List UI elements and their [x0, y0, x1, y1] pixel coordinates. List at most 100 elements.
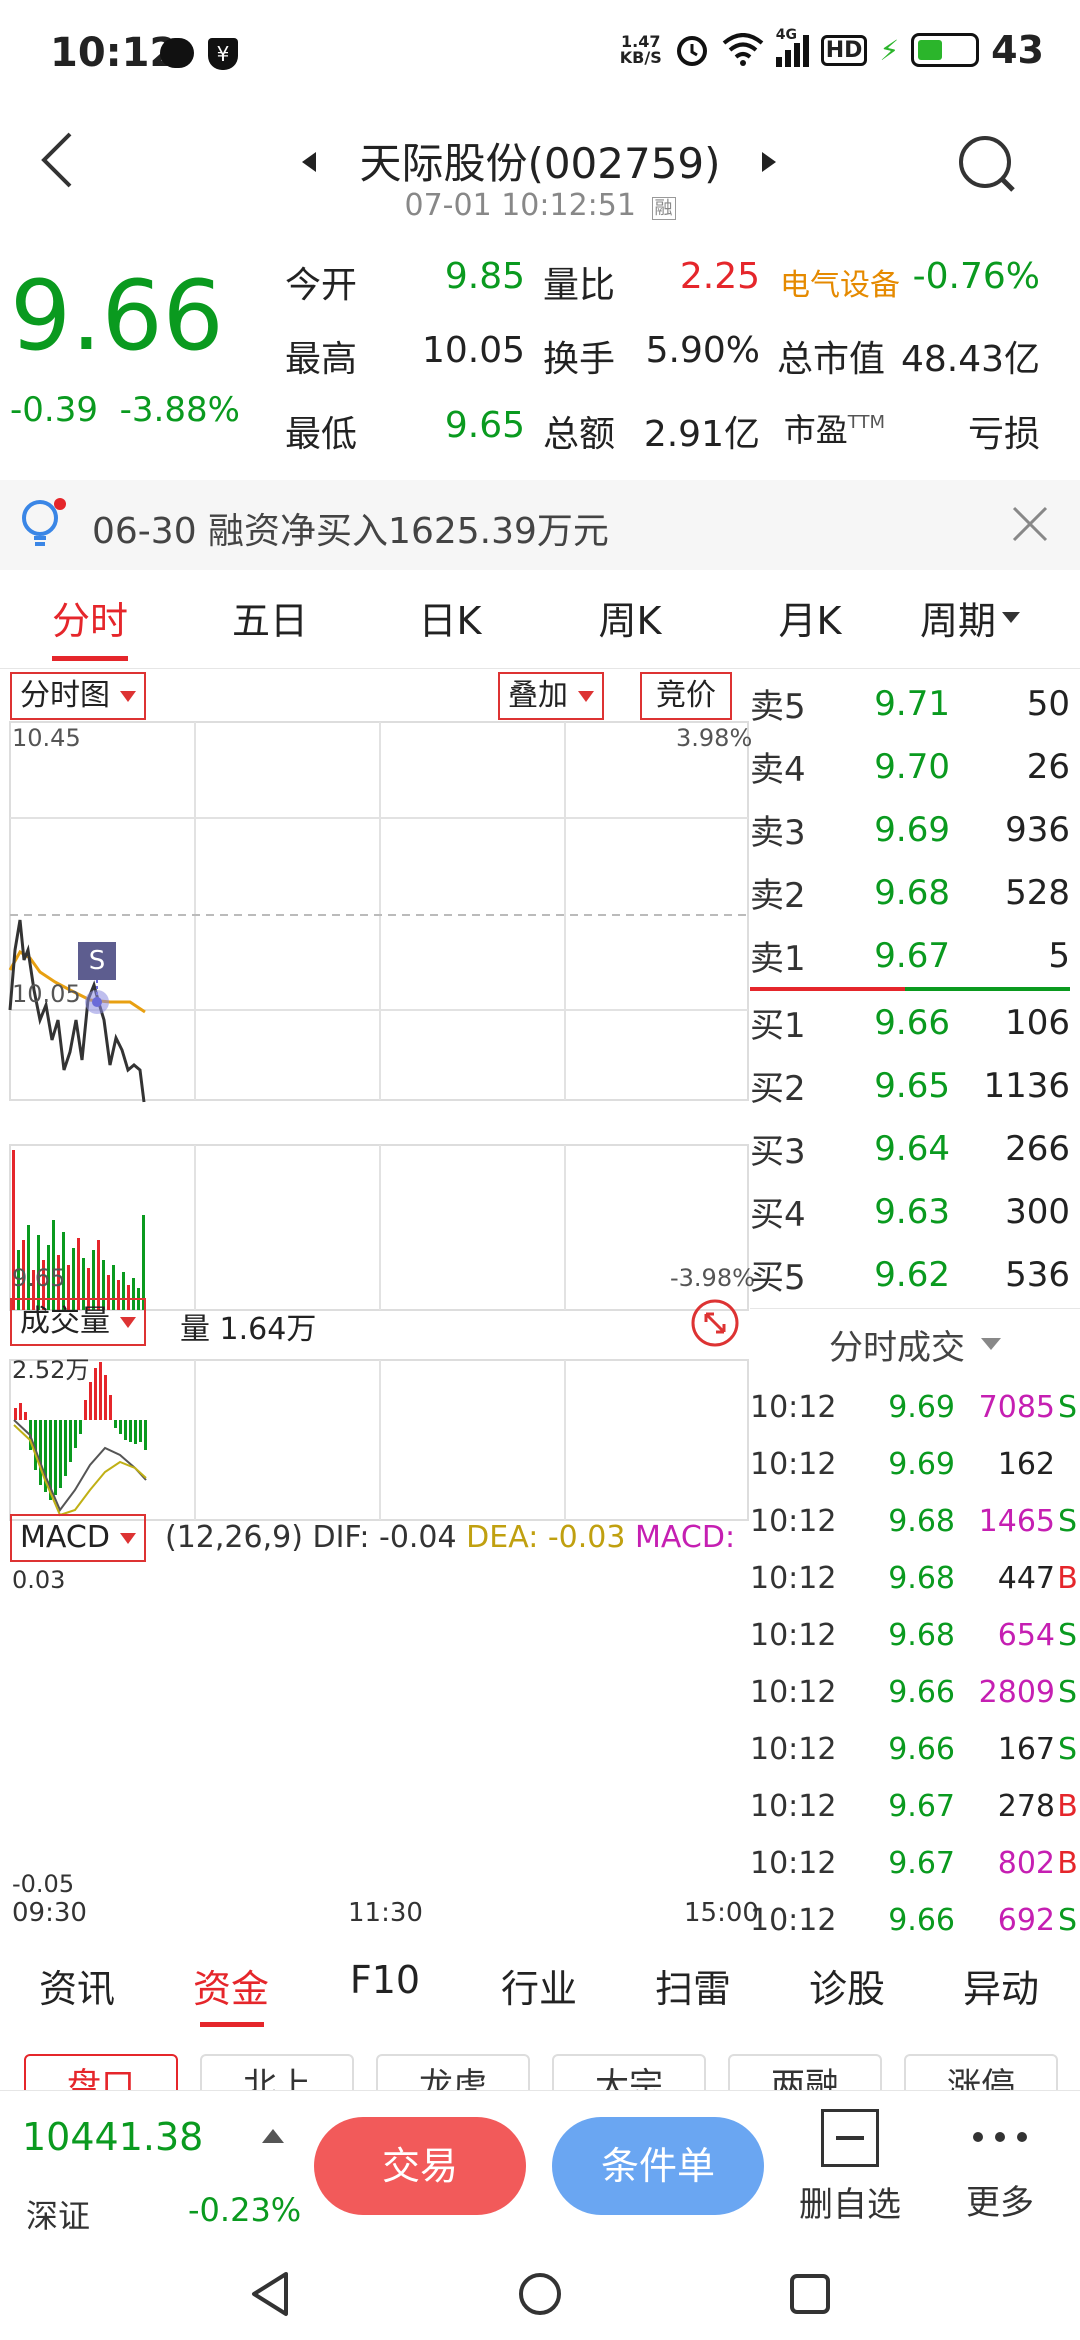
tab-f10[interactable]: F10: [308, 1958, 462, 2002]
chevron-down-icon: [1002, 612, 1021, 623]
index-up-arrow-icon: [262, 2129, 284, 2143]
trade-row: 10:12 9.66 167 S: [750, 1732, 1078, 1767]
trade-button[interactable]: 交易: [314, 2117, 526, 2215]
nav-recents-icon[interactable]: [788, 2272, 832, 2316]
subtab-dragon-tiger[interactable]: 龙虎: [376, 2054, 530, 2090]
tab-industry[interactable]: 行业: [462, 1958, 616, 2013]
alarm-icon: [676, 36, 707, 66]
ask-list: 卖5 9.71 50 卖4 9.70 26 卖3 9.69 936 卖2 9.68 528 卖1…: [750, 668, 1080, 987]
tab-month-k[interactable]: 月K: [735, 590, 885, 645]
tab-week-k[interactable]: 周K: [555, 590, 705, 645]
search-icon[interactable]: [955, 132, 1019, 196]
tab-news[interactable]: 资讯: [0, 1958, 154, 2013]
expand-icon[interactable]: [690, 1298, 740, 1348]
trade-row: 10:12 9.69 7085 S: [750, 1390, 1078, 1425]
tab-anomaly[interactable]: 异动: [924, 1958, 1078, 2013]
tab-period[interactable]: 周期: [920, 590, 1080, 645]
quote-row-1: 今开 9.85 量比 2.25 电气设备 -0.76%: [285, 256, 1040, 308]
tab-intraday[interactable]: 分时: [15, 590, 165, 645]
auction-button[interactable]: 竞价: [640, 672, 732, 720]
next-stock-arrow-icon[interactable]: [762, 152, 776, 172]
trade-row: 10:12 9.67 278 B: [750, 1789, 1078, 1824]
sell-signal-marker[interactable]: S: [78, 942, 116, 980]
ask-row[interactable]: 卖5 9.71 50: [750, 672, 1080, 735]
time-axis-end: 15:00: [684, 1898, 759, 1928]
more-button[interactable]: 更多: [940, 2109, 1060, 2224]
chart-mode-select[interactable]: 分时图: [10, 672, 146, 720]
status-right: 1.47 KB/S 4G HD ⚡ 43: [619, 27, 1044, 72]
quote-row-3: 最低 9.65 总额 2.91亿 市盈TTM 亏损: [285, 405, 1040, 455]
tab-day-k[interactable]: 日K: [375, 590, 525, 645]
status-bar: 10:12 ¥ 1.47 KB/S 4G HD ⚡ 43: [0, 0, 1080, 110]
index-name: 深证: [26, 2197, 91, 2235]
bid-row[interactable]: 买5 9.62 536: [750, 1243, 1080, 1306]
tab-active-indicator: [52, 656, 128, 661]
volume-indicator-select[interactable]: 成交量: [10, 1298, 146, 1346]
current-price: 9.66: [10, 260, 224, 372]
status-left-icons: ¥: [160, 38, 238, 70]
bid-row[interactable]: 买1 9.66 106: [750, 991, 1080, 1054]
nav-back-icon[interactable]: [248, 2270, 292, 2318]
trade-row: 10:12 9.67 802 B: [750, 1846, 1078, 1881]
ask-row[interactable]: 卖3 9.69 936: [750, 798, 1080, 861]
subtab-margin[interactable]: 两融: [728, 2054, 882, 2090]
battery-icon: [911, 33, 980, 67]
chart-area: 分时图 叠加 竞价 10.45 10.05 9.65 3.98% -3.98% …: [0, 668, 759, 1948]
signal-icon: 4G: [775, 27, 809, 67]
shield-yen-icon: ¥: [208, 38, 238, 70]
trade-row: 10:12 9.68 447 B: [750, 1561, 1078, 1596]
close-icon[interactable]: [1010, 504, 1050, 544]
tab-risk-scan[interactable]: 扫雷: [616, 1958, 770, 2013]
sector-link[interactable]: 电气设备: [760, 256, 900, 308]
battery-level: 43: [991, 28, 1044, 72]
trades-list: 10:12 9.69 7085 S 10:12 9.69 162 10:12 9.68 146…: [750, 1379, 1080, 1949]
remove-watchlist-button[interactable]: 删自选: [790, 2109, 910, 2226]
tab-funds[interactable]: 资金: [154, 1958, 308, 2013]
margin-badge: 融: [651, 196, 676, 220]
subtab-northbound[interactable]: 北上: [200, 2054, 354, 2090]
trades-header[interactable]: 分时成交: [750, 1308, 1080, 1379]
status-time: 10:12: [50, 30, 178, 76]
index-change: -0.23%: [188, 2191, 302, 2229]
stock-header: 天际股份(002759) 07-01 10:12:51 融: [0, 110, 1080, 230]
volume-axis-max: 2.52万: [12, 1356, 90, 1384]
macd-indicator-select[interactable]: MACD: [10, 1514, 146, 1562]
ask-row[interactable]: 卖4 9.70 26: [750, 735, 1080, 798]
overlay-select[interactable]: 叠加: [498, 672, 604, 720]
bid-row[interactable]: 买2 9.65 1136: [750, 1054, 1080, 1117]
subtab-order-book[interactable]: 盘口: [24, 2054, 178, 2090]
time-axis-mid: 11:30: [348, 1898, 423, 1928]
time-axis-start: 09:30: [12, 1898, 87, 1928]
notice-text: 06-30 融资净买入1625.39万元: [92, 511, 609, 552]
trade-row: 10:12 9.68 1465 S: [750, 1504, 1078, 1539]
ask-row[interactable]: 卖2 9.68 528: [750, 861, 1080, 924]
more-dots-icon: [940, 2109, 1060, 2165]
quote-row-2: 最高 10.05 换手 5.90% 总市值 48.43亿: [285, 330, 1040, 380]
tab-diagnosis[interactable]: 诊股: [770, 1958, 924, 2013]
dropdown-icon: [120, 690, 136, 702]
bid-row[interactable]: 买3 9.64 266: [750, 1117, 1080, 1180]
chat-icon: [160, 38, 194, 68]
macd-values: (12,26,9) DIF: -0.04 DEA: -0.03 MACD: -0…: [165, 1520, 745, 1555]
nav-home-icon[interactable]: [516, 2270, 564, 2318]
bid-ask-divider: [750, 987, 1080, 991]
macd-axis-top: 0.03: [12, 1566, 66, 1594]
trade-row: 10:12 9.66 2809 S: [750, 1675, 1078, 1710]
subtab-block-trade[interactable]: 大宗: [552, 2054, 706, 2090]
tab-five-day[interactable]: 五日: [195, 590, 345, 645]
chevron-down-icon: [981, 1338, 1001, 1350]
pct-axis-top: 3.98%: [676, 724, 753, 752]
notice-bar[interactable]: 06-30 融资净买入1625.39万元: [0, 480, 1080, 570]
subtab-limit-up[interactable]: 涨停: [904, 2054, 1058, 2090]
bid-list: 买1 9.66 106 买2 9.65 1136 买3 9.64 266 买4 9.63 300…: [750, 991, 1080, 1306]
system-nav-bar: [0, 2250, 1080, 2340]
conditional-order-button[interactable]: 条件单: [552, 2117, 764, 2215]
charging-icon: ⚡: [879, 33, 900, 67]
ask-row[interactable]: 卖1 9.67 5: [750, 924, 1080, 987]
bid-row[interactable]: 买4 9.63 300: [750, 1180, 1080, 1243]
dropdown-icon: [578, 690, 594, 702]
trade-row: 10:12 9.66 692 S: [750, 1903, 1078, 1938]
index-value[interactable]: 10441.38: [22, 2115, 203, 2159]
net-speed: 1.47 KB/S: [619, 32, 662, 67]
quote-panel: 9.66 -0.39 -3.88% 今开 9.85 量比 2.25 电气设备 -…: [0, 240, 1080, 470]
